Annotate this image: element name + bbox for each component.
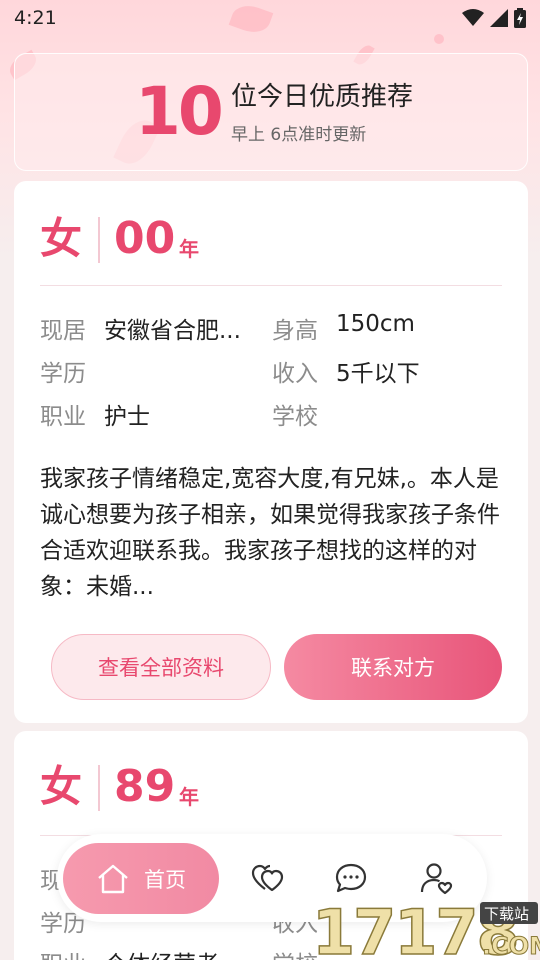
residence-label: 现居 [40, 318, 86, 344]
site-watermark-logo: 17178 下载站 .COM [312, 896, 540, 960]
gender-label: 女 [40, 214, 83, 263]
birth-year: 89 [114, 761, 176, 812]
contact-button[interactable]: 联系对方 [284, 634, 502, 700]
divider [98, 765, 100, 811]
birth-year-unit: 年 [179, 237, 199, 261]
occupation-label: 职业 [40, 404, 86, 430]
banner-subtitle: 早上 6点准时更新 [231, 125, 367, 145]
height-label: 身高 [272, 318, 318, 344]
income-value: 5千以下 [336, 361, 420, 387]
education-label: 学历 [40, 361, 86, 387]
residence-value: 安徽省合肥... [104, 318, 241, 344]
battery-icon [514, 8, 526, 28]
birth-year-unit: 年 [179, 785, 199, 809]
gender-label: 女 [40, 762, 83, 811]
occupation-value: 护士 [104, 404, 150, 430]
status-bar: 4:21 [0, 0, 540, 38]
school-label: 学校 [272, 404, 318, 430]
view-full-profile-button[interactable]: 查看全部资料 [51, 634, 271, 700]
svg-text:下载站: 下载站 [484, 905, 529, 923]
divider [40, 285, 502, 286]
signal-icon [490, 9, 508, 27]
profile-bio: 我家孩子情绪稳定,宽容大度,有兄妹,。本人是诚心想要为孩子相亲，如果觉得我家孩子… [40, 466, 500, 600]
divider [98, 217, 100, 263]
banner-title: 位今日优质推荐 [231, 82, 414, 112]
occupation-label: 职业 [40, 945, 86, 960]
occupation-value: 个体经营者 [104, 945, 219, 960]
wifi-icon [462, 9, 484, 26]
home-icon [98, 864, 128, 893]
svg-text:.COM: .COM [482, 932, 540, 960]
nav-home-label: 首页 [144, 867, 186, 892]
height-value: 150cm [336, 311, 415, 337]
status-icons [462, 8, 526, 28]
nav-home-tab[interactable]: 首页 [63, 843, 219, 914]
daily-recommend-banner: 10 位今日优质推荐 早上 6点准时更新 [14, 53, 528, 171]
chat-icon[interactable] [334, 861, 368, 895]
recommend-count: 10 [135, 73, 224, 150]
birth-year: 00 [114, 213, 176, 264]
profile-card[interactable]: 女 00 年 现居 安徽省合肥... 身高 150cm 学历 收入 5千以下 职… [14, 181, 528, 723]
profile-icon[interactable] [419, 861, 453, 895]
status-time: 4:21 [14, 7, 57, 29]
hearts-icon[interactable] [251, 861, 285, 895]
income-label: 收入 [272, 361, 318, 387]
